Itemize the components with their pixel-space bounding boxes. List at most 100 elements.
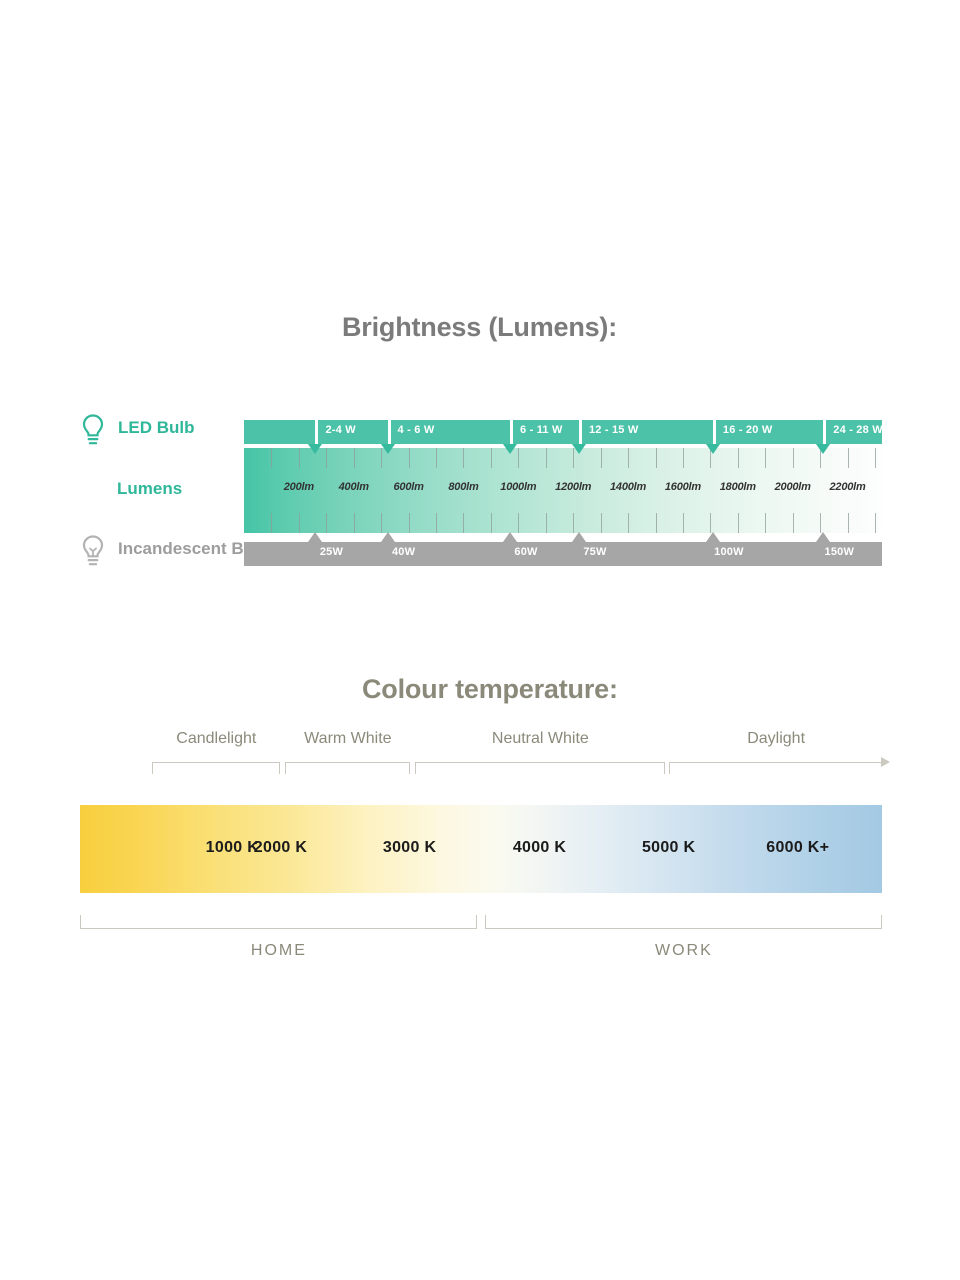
usage-label: WORK	[655, 942, 713, 959]
colour-category-label: Warm White	[304, 730, 392, 747]
lumens-tick-mark	[710, 513, 712, 533]
lumens-tick-mark	[298, 448, 300, 468]
usage-label: HOME	[250, 942, 307, 959]
lumens-tick-mark	[737, 513, 739, 533]
led-watt-segment: 16 - 20 W	[712, 420, 823, 444]
lightbulb-outline-icon	[80, 534, 106, 570]
incandescent-equivalence-marker-icon	[308, 532, 323, 542]
kelvin-value-label: 6000 K+	[766, 839, 830, 856]
led-watt-segment-label: 6 - 11 W	[520, 424, 563, 436]
lumens-value-label: 1600lm	[664, 481, 701, 493]
incandescent-watt-label: 100W	[714, 546, 744, 558]
incandescent-equivalence-marker-icon	[380, 532, 395, 542]
led-watt-segment-label: 16 - 20 W	[722, 424, 773, 436]
colour-category-label: Neutral White	[491, 730, 589, 747]
incandescent-watt-label: 40W	[391, 546, 416, 558]
lumens-tick-mark	[353, 513, 355, 533]
led-watt-segment: 4 - 6 W	[387, 420, 510, 444]
usage-bracket	[485, 915, 882, 929]
lumens-tick-mark	[874, 513, 876, 533]
lumens-value-label: 1800lm	[719, 481, 756, 493]
lumens-tick-mark	[436, 448, 438, 468]
lumens-tick-mark	[847, 513, 849, 533]
led-watt-segment	[244, 420, 315, 444]
led-equivalence-marker-icon	[308, 444, 323, 454]
led-bulb-row-label: LED Bulb	[80, 414, 195, 449]
lumens-tick-mark	[765, 513, 767, 533]
colour-temperature-section-title: Colour temperature:	[362, 674, 618, 704]
lumens-value-label: 800lm	[448, 481, 479, 493]
incandescent-equivalence-marker-icon	[705, 532, 720, 542]
kelvin-value-label: 3000 K	[382, 839, 437, 856]
lumens-tick-mark	[518, 448, 520, 468]
kelvin-value-label: 2000 K	[253, 839, 308, 856]
brightness-section-title: Brightness (Lumens):	[342, 312, 618, 342]
led-equivalence-marker-icon	[503, 444, 518, 454]
scale-arrow-icon	[881, 757, 890, 767]
lumens-value-label: 2000lm	[774, 481, 811, 493]
lumens-tick-mark	[792, 448, 794, 468]
colour-category-label: Candlelight	[176, 730, 257, 747]
lumens-tick-mark	[792, 513, 794, 533]
lumens-tick-mark	[381, 513, 383, 533]
lumens-tick-mark	[436, 513, 438, 533]
lumens-label-text: Lumens	[117, 479, 183, 498]
lumens-tick-mark	[490, 448, 492, 468]
led-equivalence-marker-icon	[380, 444, 395, 454]
lumens-tick-mark	[298, 513, 300, 533]
kelvin-value-label: 5000 K	[641, 839, 696, 856]
lumens-tick-mark	[545, 513, 547, 533]
lumens-gradient-bar: 200lm 400lm 600lm 800lm 1000lm 1200lm 1400lm 16…	[244, 448, 882, 533]
lumens-tick-mark	[573, 513, 575, 533]
lumens-value-label: 200lm	[283, 481, 314, 493]
infographic-page: Brightness (Lumens): LED Bulb Lumens Inc…	[0, 0, 960, 1280]
lumens-tick-mark	[408, 513, 410, 533]
incandescent-watt-label: 25W	[319, 546, 344, 558]
incandescent-equivalence-marker-icon	[503, 532, 518, 542]
lightbulb-filled-icon	[80, 413, 106, 449]
led-equivalence-marker-icon	[571, 444, 586, 454]
lumens-tick-mark	[271, 448, 273, 468]
incandescent-watt-label: 150W	[824, 546, 855, 558]
led-bulb-label-text: LED Bulb	[118, 418, 195, 437]
lumens-tick-mark	[271, 513, 273, 533]
colour-category-bracket	[669, 762, 882, 774]
lumens-tick-mark	[628, 513, 630, 533]
lumens-tick-mark	[655, 513, 657, 533]
lumens-tick-mark	[545, 448, 547, 468]
lumens-value-label: 1000lm	[500, 481, 537, 493]
lumens-tick-mark	[408, 448, 410, 468]
colour-category-bracket	[152, 762, 281, 774]
led-wattage-bar: 2-4 W 4 - 6 W 6 - 11 W 12 - 15 W 16 - 20 W 24…	[244, 420, 883, 444]
incandescent-equivalence-marker-icon	[571, 532, 586, 542]
lumens-tick-mark	[628, 448, 630, 468]
lumens-tick-mark	[600, 448, 602, 468]
lumens-tick-mark	[737, 448, 739, 468]
lumens-tick-mark	[518, 513, 520, 533]
led-watt-segment: 2-4 W	[315, 420, 387, 444]
incandescent-watt-label: 60W	[514, 546, 538, 558]
colour-category-bracket	[415, 762, 665, 774]
incandescent-watt-label: 75W	[583, 546, 607, 558]
led-watt-segment-label: 2-4 W	[325, 424, 356, 436]
lumens-tick-mark	[326, 513, 328, 533]
lumens-row-label: Lumens	[117, 478, 182, 499]
led-watt-segment: 24 - 28 W	[823, 420, 883, 444]
lumens-value-label: 400lm	[338, 481, 369, 493]
lumens-tick-mark	[847, 448, 849, 468]
led-watt-segment-label: 12 - 15 W	[588, 424, 639, 436]
brightness-scale-chart: 2-4 W 4 - 6 W 6 - 11 W 12 - 15 W 16 - 20 W 24…	[244, 420, 883, 566]
kelvin-gradient-bar: 1000 K 2000 K 3000 K 4000 K 5000 K 6000 K+	[80, 805, 882, 893]
kelvin-value-label: 1000 K	[205, 839, 260, 856]
lumens-tick-mark	[490, 513, 492, 533]
colour-category-bracket	[285, 762, 411, 774]
lumens-tick-mark	[820, 513, 822, 533]
kelvin-value-label: 4000 K	[512, 839, 567, 856]
lumens-tick-mark	[326, 448, 328, 468]
lumens-tick-mark	[600, 513, 602, 533]
lumens-value-label: 1200lm	[555, 481, 592, 493]
lumens-tick-mark	[682, 513, 684, 533]
incandescent-wattage-bar: 25W 40W 60W 75W 100W 150W	[244, 542, 882, 566]
lumens-tick-mark	[353, 448, 355, 468]
led-watt-segment-label: 24 - 28 W	[833, 424, 883, 436]
